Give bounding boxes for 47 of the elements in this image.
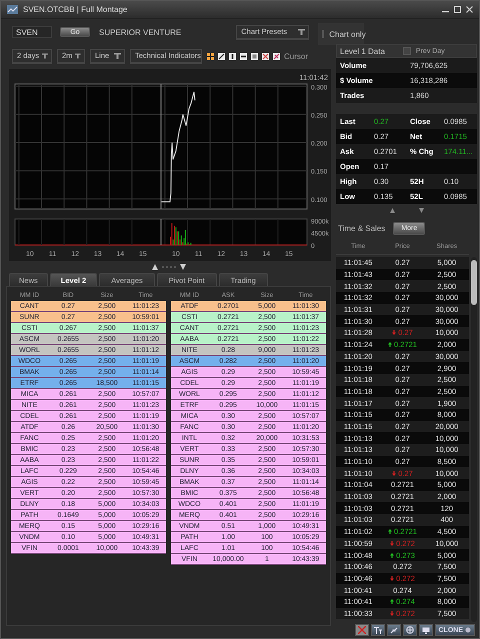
down-arrow-icon xyxy=(390,540,394,546)
caret-icon xyxy=(75,52,81,58)
down-arrow-icon xyxy=(392,330,396,336)
cross-icon xyxy=(358,626,366,634)
cross-icon xyxy=(273,52,280,60)
tool-button[interactable] xyxy=(207,52,214,60)
rectangle-icon xyxy=(251,52,258,60)
up-arrow-icon xyxy=(390,552,394,558)
up-arrow-icon xyxy=(390,599,394,604)
toolbar-button[interactable] xyxy=(418,624,432,636)
vertical-line-icon xyxy=(229,52,236,60)
tool-button[interactable] xyxy=(251,52,258,60)
caret-icon xyxy=(298,28,306,34)
tool-button[interactable] xyxy=(218,52,225,60)
close-icon[interactable] xyxy=(466,6,473,13)
tool-button[interactable] xyxy=(229,52,236,60)
up-arrow-icon xyxy=(388,342,392,348)
toolbar-button[interactable] xyxy=(402,624,416,636)
down-arrow-icon xyxy=(390,576,394,581)
caret-icon xyxy=(114,52,121,58)
tool-button[interactable] xyxy=(273,52,280,60)
monitor-icon xyxy=(422,626,430,634)
window-title: SVEN.OTCBB | Full Montage xyxy=(23,5,128,14)
text-size-icon xyxy=(374,626,382,634)
caret-icon xyxy=(42,52,48,58)
cursor-label: Cursor xyxy=(284,52,308,60)
expand-collapse-icon[interactable] xyxy=(152,264,186,270)
down-arrow-icon xyxy=(392,470,396,476)
globe-icon xyxy=(406,626,414,634)
app-icon xyxy=(7,5,18,14)
toolbar-button[interactable] xyxy=(370,624,384,636)
tool-button[interactable] xyxy=(240,52,247,60)
cross-icon xyxy=(262,52,269,60)
diagonal-line-icon xyxy=(218,52,225,60)
tool-button[interactable] xyxy=(262,52,269,60)
maximize-icon[interactable] xyxy=(454,6,461,13)
checkbox-label: Chart only xyxy=(329,30,366,38)
up-arrow-icon xyxy=(388,529,392,534)
symbol-field[interactable]: SVEN xyxy=(12,26,52,38)
section-title: Time & Sales xyxy=(338,224,386,232)
toolbar-button[interactable] xyxy=(386,624,400,636)
down-arrow-icon xyxy=(390,610,394,616)
expand-collapse-icon[interactable] xyxy=(390,208,424,212)
crosshair-icon xyxy=(207,52,214,60)
panel-title: Level 1 Data xyxy=(340,46,385,56)
company-name: SUPERIOR VENTURE xyxy=(99,28,182,36)
scrollbar-thumb[interactable] xyxy=(471,260,477,305)
